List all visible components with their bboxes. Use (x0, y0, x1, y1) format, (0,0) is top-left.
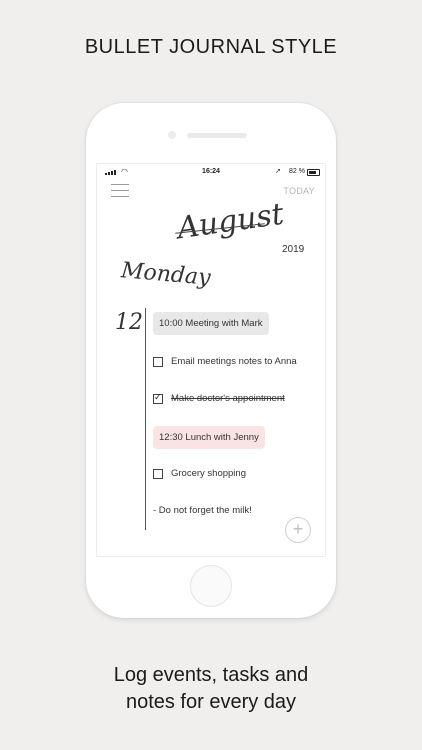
today-button[interactable]: TODAY (283, 186, 315, 196)
task-checkbox[interactable] (153, 356, 163, 367)
event-text: 12:30 Lunch with Jenny (159, 432, 259, 443)
camera-icon (168, 131, 176, 139)
add-entry-button[interactable]: + (285, 517, 311, 543)
promo-caption: Log events, tasks and notes for every da… (0, 662, 422, 716)
task-item[interactable]: Make doctor's appointment (153, 392, 285, 404)
event-item[interactable]: 10:00 Meeting with Mark (153, 312, 269, 335)
promo-headline: BULLET JOURNAL STYLE (84, 36, 338, 58)
weekday-title: Monday (120, 258, 212, 291)
timeline-line (145, 308, 146, 530)
note-text: - Do not forget the milk! (153, 505, 252, 516)
task-text: Grocery shopping (171, 468, 246, 479)
task-text: Make doctor's appointment (171, 393, 285, 404)
task-checkbox[interactable] (153, 468, 163, 479)
task-item[interactable]: Email meetings notes to Anna (153, 356, 297, 367)
event-text: 10:00 Meeting with Mark (159, 318, 263, 329)
speaker-grille (187, 133, 247, 138)
note-item[interactable]: - Do not forget the milk! (153, 505, 252, 516)
status-bar: ◠ 16:24 ➚ 82 % (97, 164, 325, 182)
month-title: August (175, 196, 286, 247)
hamburger-menu-icon[interactable] (111, 184, 129, 198)
battery-percentage: 82 % (289, 168, 305, 175)
event-item[interactable]: 12:30 Lunch with Jenny (153, 426, 265, 449)
location-arrow-icon: ➚ (275, 168, 281, 175)
battery-icon (307, 169, 320, 176)
plus-icon: + (292, 519, 304, 539)
task-text: Email meetings notes to Anna (171, 356, 297, 367)
phone-mockup: ◠ 16:24 ➚ 82 % TODAY August 2019 Monday … (86, 103, 336, 618)
task-checkbox-checked[interactable] (153, 392, 163, 404)
task-item[interactable]: Grocery shopping (153, 468, 246, 479)
caption-line-1: Log events, tasks and (113, 664, 309, 686)
caption-line-2: notes for every day (125, 691, 297, 713)
day-number: 12 (115, 310, 143, 335)
year-label: 2019 (282, 244, 305, 255)
home-button (190, 565, 232, 607)
app-screen: ◠ 16:24 ➚ 82 % TODAY August 2019 Monday … (96, 163, 326, 557)
